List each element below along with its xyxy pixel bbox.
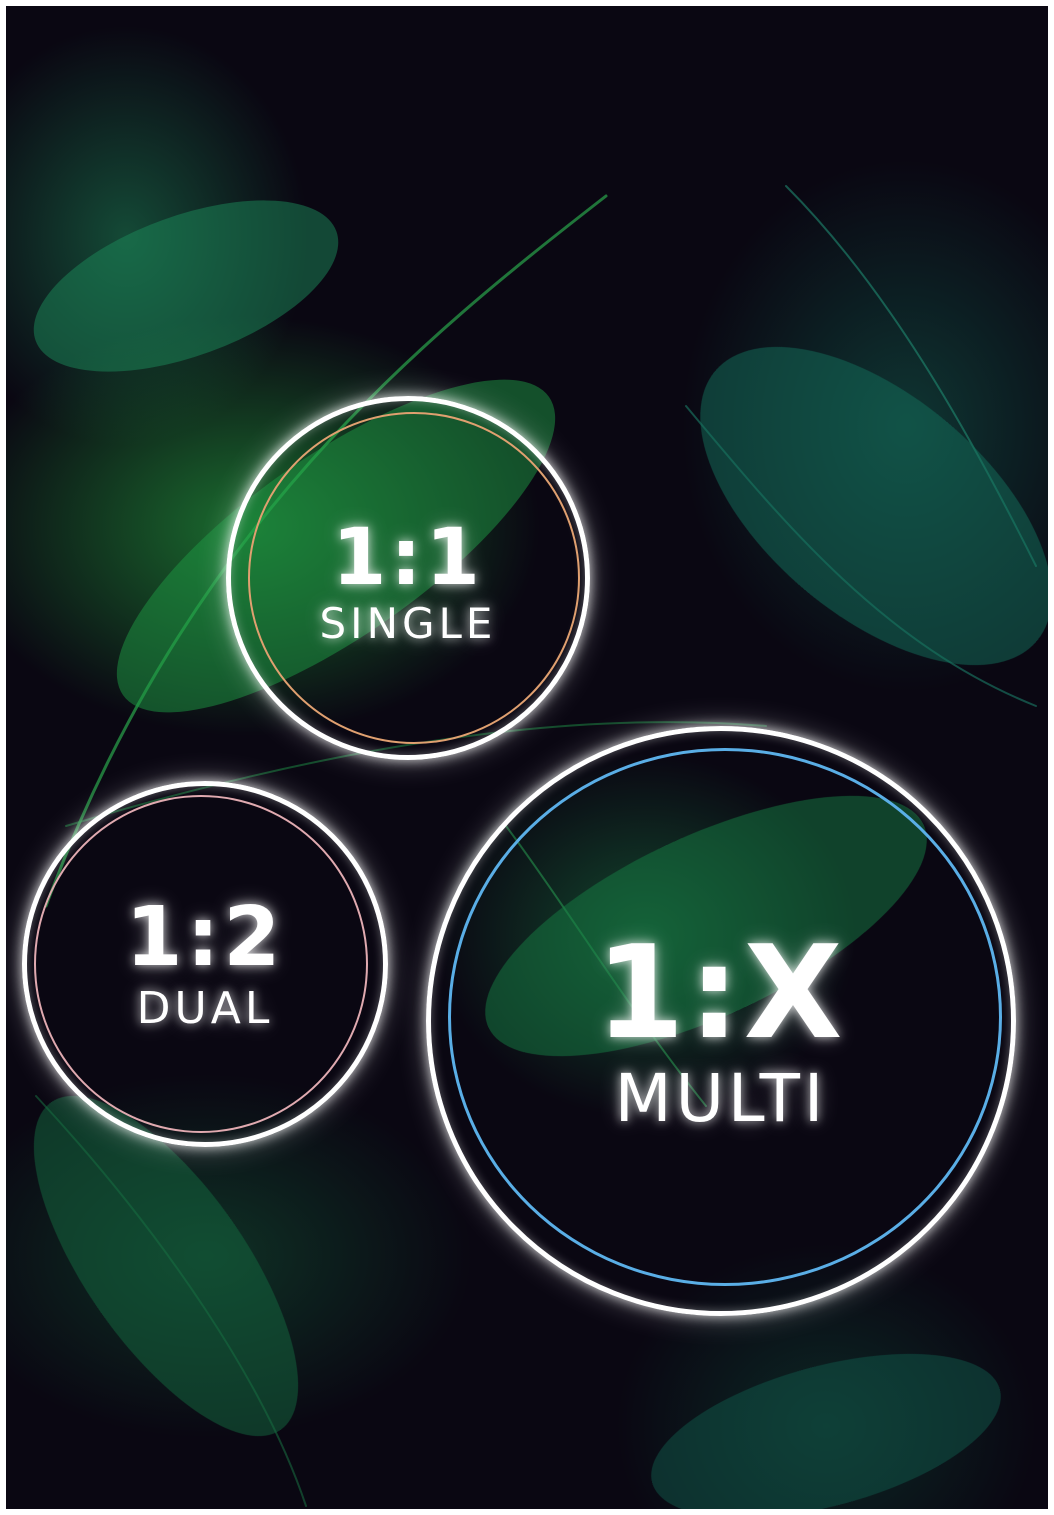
tropical-leaves-background	[33, 185, 1048, 1509]
multi-label: MULTI	[614, 1060, 828, 1137]
poster: 1:1 SINGLE 1:2 DUAL 1:X MULTI	[6, 6, 1048, 1509]
multi-ratio: 1:X	[595, 919, 847, 1068]
dual-label: DUAL	[136, 983, 274, 1034]
dual-option[interactable]: 1:2 DUAL	[22, 781, 388, 1147]
dual-ratio: 1:2	[125, 890, 285, 985]
multi-option[interactable]: 1:X MULTI	[426, 726, 1016, 1316]
single-label: SINGLE	[319, 599, 497, 648]
single-ratio: 1:1	[332, 513, 484, 603]
single-option[interactable]: 1:1 SINGLE	[226, 396, 590, 760]
